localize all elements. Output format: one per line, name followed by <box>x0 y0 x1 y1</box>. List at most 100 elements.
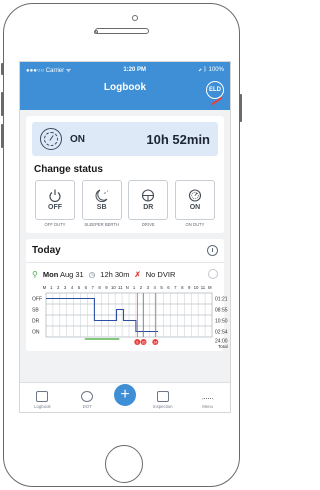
logbook-icon <box>36 391 49 402</box>
gauge-icon <box>188 189 202 202</box>
current-status-box: ON 10h 52min <box>32 122 218 156</box>
status-code: OFF <box>48 204 62 211</box>
hour-tick-label: M <box>42 285 47 290</box>
change-status-title: Change status <box>34 164 103 175</box>
power-icon <box>49 189 61 202</box>
today-title: Today <box>32 245 61 256</box>
hour-tick-label: 3 <box>63 285 67 290</box>
hour-tick-label: 11 <box>118 285 123 290</box>
tab-menu[interactable]: Menu <box>190 392 226 409</box>
status-options: OFF OFF DUTY z z SB SLEEPER BERTH DR DRI… <box>32 180 218 227</box>
current-status: ON <box>70 133 85 145</box>
add-event-button[interactable]: + <box>113 384 136 406</box>
hour-tick-label: 8 <box>98 285 101 290</box>
row-label: ON <box>32 330 40 336</box>
row-label: DR <box>32 319 40 325</box>
hour-tick-label: 7 <box>91 285 94 290</box>
hour-tick-label: 10 <box>110 285 116 290</box>
status-option-sb[interactable]: z z SB SLEEPER BERTH <box>79 180 125 227</box>
status-code: DR <box>143 204 154 211</box>
row-total: 10:50 <box>215 319 228 325</box>
duty-duration: 12h 30m <box>100 269 130 279</box>
status-bar: ●●●○○ Carrier ᯤ 1:20 PM ⇗ ᛒ 100% <box>20 62 230 74</box>
clock-small-icon: ◷ <box>88 269 96 279</box>
app-header: ●●●○○ Carrier ᯤ 1:20 PM ⇗ ᛒ 100% Logbook… <box>20 62 230 110</box>
hour-tick-label: 10 <box>193 285 199 290</box>
app-screen: ●●●○○ Carrier ᯤ 1:20 PM ⇗ ᛒ 100% Logbook… <box>19 61 231 413</box>
status-code: SB <box>96 204 107 211</box>
hour-tick-label: 6 <box>84 285 87 290</box>
status-name: DRIVE <box>141 222 155 227</box>
hour-tick-label: 1 <box>50 285 53 290</box>
hour-tick-label: M <box>208 285 212 290</box>
hour-tick-label: 4 <box>153 285 156 290</box>
bottom-tab-bar: Logbook DOT + Inspection Menu <box>20 382 230 412</box>
divider <box>26 262 224 263</box>
tab-label: Menu <box>202 404 213 409</box>
clock-label: 1:20 PM <box>123 67 147 73</box>
status-name: ON DUTY <box>185 222 205 227</box>
volume-down-button <box>1 124 4 148</box>
hour-tick-label: 4 <box>70 285 74 290</box>
row-label: SB <box>32 308 39 314</box>
status-option-on[interactable]: ON ON DUTY <box>172 180 218 227</box>
home-button[interactable] <box>105 445 143 483</box>
inspection-icon <box>156 391 169 402</box>
status-card: ON 10h 52min Change status OFF OFF DUTY <box>26 116 224 233</box>
day-date: Aug 31 <box>59 269 84 279</box>
hour-tick-label: 11 <box>200 285 206 290</box>
hour-tick-label: 2 <box>57 285 60 290</box>
hour-tick-label: 2 <box>139 285 143 290</box>
tab-dot[interactable]: DOT <box>69 391 105 409</box>
tab-label: DOT <box>82 404 92 409</box>
hour-tick-label: 8 <box>181 285 184 290</box>
grand-total-label: Total <box>218 344 228 349</box>
battery-label: ⇗ ᛒ 100% <box>198 67 224 73</box>
day-summary[interactable]: ⚲ Mon Aug 31 ◷ 12h 30m ✗ No DVIR <box>32 269 218 279</box>
svg-text:z: z <box>107 189 109 193</box>
dvir-status: No DVIR <box>145 269 176 279</box>
row-total: 01:21 <box>215 297 228 303</box>
moon-sleep-icon: z z <box>95 189 109 202</box>
co-driver-icon: ⚲ <box>32 269 38 279</box>
tab-inspection[interactable]: Inspection <box>145 391 181 409</box>
tab-label: Logbook <box>34 404 51 409</box>
front-camera <box>132 15 138 21</box>
log-graph-svg: OFF 01:21SB 08:55DR 10:50ON 02:5424:00Total9… <box>32 292 228 349</box>
hour-tick-label: 6 <box>167 285 170 290</box>
hour-tick-label: N <box>125 285 129 290</box>
mute-switch <box>1 63 4 75</box>
steering-wheel-icon <box>142 189 155 202</box>
time-remaining: 10h 52min <box>146 131 210 147</box>
row-label: OFF <box>32 297 42 303</box>
dot-icon <box>81 391 94 402</box>
hour-tick-label: 3 <box>146 285 149 290</box>
today-card: Today ⚲ Mon Aug 31 ◷ 12h 30m ✗ No DVIR M… <box>26 239 228 351</box>
row-total: 08:55 <box>215 308 228 314</box>
hour-tick-label: 5 <box>77 285 81 290</box>
dvir-warning-icon: ✗ <box>134 269 141 279</box>
day-name: Mon <box>42 269 59 279</box>
status-option-off[interactable]: OFF OFF DUTY <box>32 180 78 227</box>
menu-icon <box>201 398 214 402</box>
log-graph[interactable]: OFF 01:21 SB 08:55 DR 10:50 ON 02:54 24:00 Total 9… <box>32 291 228 349</box>
tab-label: Inspection <box>152 404 173 409</box>
phone-frame: ●●●○○ Carrier ᯤ 1:20 PM ⇗ ᛒ 100% Logbook… <box>3 3 240 487</box>
status-name: OFF DUTY <box>44 222 66 227</box>
earpiece-speaker <box>95 28 149 34</box>
hour-axis: M 1 2 3 4 5 6 7 8 9 10 11 N 1 2 3 4 5 6 7 8 9 10 11 M <box>41 285 218 290</box>
history-icon[interactable] <box>207 245 218 256</box>
hour-tick-label: 9 <box>105 285 108 290</box>
day-select-toggle[interactable] <box>208 269 218 279</box>
status-code: ON <box>189 204 201 211</box>
hour-tick-label: 7 <box>174 285 177 290</box>
row-total: 02:54 <box>215 330 228 336</box>
tab-logbook[interactable]: Logbook <box>24 391 60 409</box>
hour-tick-label: 5 <box>160 285 163 290</box>
hour-tick-label: 9 <box>187 285 191 290</box>
volume-up-button <box>1 92 4 116</box>
status-option-dr[interactable]: DR DRIVE <box>125 180 171 227</box>
power-button <box>239 94 242 122</box>
event-marker-label: 14 <box>153 341 157 345</box>
carrier-label: ●●●○○ Carrier ᯤ <box>26 68 72 74</box>
